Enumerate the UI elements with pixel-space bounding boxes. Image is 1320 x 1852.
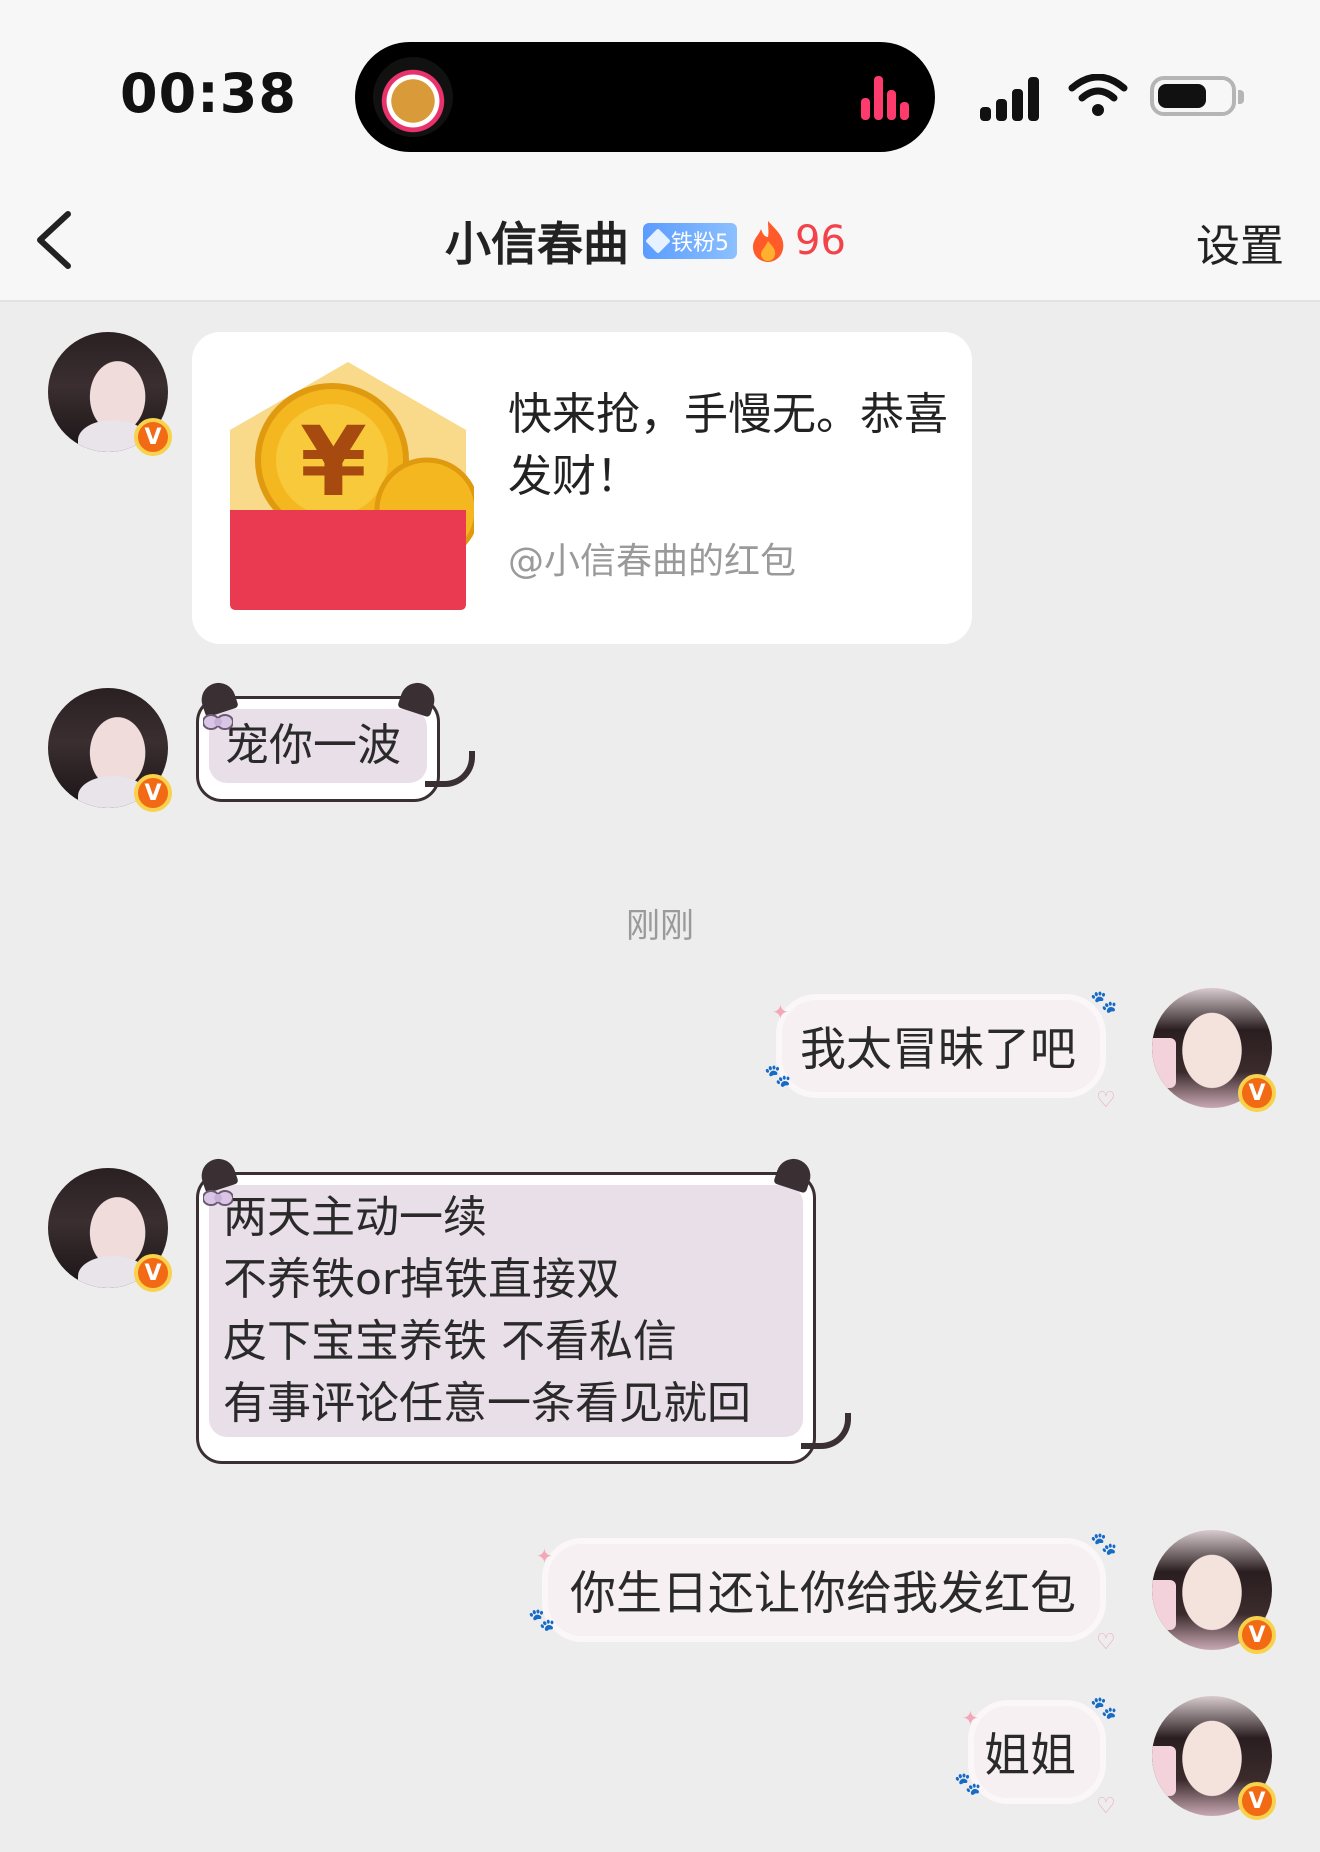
svg-text:¥: ¥ [300,406,367,518]
red-packet-message[interactable]: ¥ 快来抢，手慢无。恭喜发财！ @小信春曲的红包 [192,332,972,644]
signal-icon [980,75,1048,121]
sender-avatar[interactable]: V [48,332,172,456]
fan-level-label: 铁粉5 [671,231,729,256]
chat-title: 小信春曲 [445,217,629,271]
bow-icon [203,714,233,730]
audio-wave-icon [861,74,909,120]
red-packet-sender: @小信春曲的红包 [508,541,797,582]
paw-icon: 🐾 [954,1772,982,1797]
cat-tail-decoration [425,751,475,787]
message-bubble[interactable]: 两天主动一续 不养铁or掉铁直接双 皮下宝宝养铁 不看私信 有事评论任意一条看见… [196,1154,851,1464]
message-text: 宠你一波 [209,709,427,783]
heart-icon: ♡ [1096,1630,1116,1655]
message-line: 皮下宝宝养铁 不看私信 [223,1316,677,1367]
sender-avatar[interactable]: V [48,688,172,812]
paw-icon: 🐾 [764,1064,792,1089]
message-bubble[interactable]: 宠你一波 [196,678,475,802]
sparkle-icon: ✦ [962,1706,979,1730]
self-avatar[interactable]: V [1152,1696,1276,1820]
verified-badge: V [134,418,172,456]
intimacy-count: 96 [795,218,846,264]
battery-icon [1150,76,1244,116]
sparkle-icon: ✦ [772,1000,789,1024]
paw-icon: 🐾 [1090,990,1118,1015]
dynamic-island[interactable] [355,42,935,152]
cat-tail-decoration [801,1413,851,1449]
bow-icon [203,1190,233,1206]
status-time: 00:38 [120,62,297,125]
self-avatar[interactable]: V [1152,1530,1276,1654]
chevron-left-icon[interactable] [30,200,100,280]
chat-title-group[interactable]: 小信春曲 铁粉5 96 [445,206,846,276]
heart-icon: ♡ [1096,1088,1116,1113]
red-packet-icon: ¥ [230,362,474,610]
chat-header: 小信春曲 铁粉5 96 设置 [0,180,1320,302]
verified-badge: V [1238,1074,1276,1112]
message-text: 我太冒昧了吧 [800,1022,1076,1076]
message-bubble-self[interactable]: 姐姐 [974,1706,1100,1798]
verified-badge: V [134,774,172,812]
message-line: 两天主动一续 [223,1192,487,1243]
sparkle-icon: ✦ [536,1544,553,1568]
message-bubble-self[interactable]: 我太冒昧了吧 [782,1000,1100,1092]
paw-icon: 🐾 [528,1608,556,1633]
settings-button[interactable]: 设置 [1196,210,1284,274]
diamond-icon [645,228,671,254]
wifi-icon [1068,74,1128,116]
message-text: 你生日还让你给我发红包 [570,1566,1076,1620]
status-bar: 00:38 [0,0,1320,180]
message-text: 姐姐 [984,1728,1076,1782]
message-timestamp: 刚刚 [626,906,694,946]
message-bubble-self[interactable]: 你生日还让你给我发红包 [548,1544,1100,1636]
fan-level-badge: 铁粉5 [643,223,737,259]
verified-badge: V [1238,1782,1276,1820]
verified-badge: V [1238,1616,1276,1654]
message-text-multiline: 两天主动一续 不养铁or掉铁直接双 皮下宝宝养铁 不看私信 有事评论任意一条看见… [209,1185,803,1437]
island-avatar-icon [373,57,453,137]
message-line: 有事评论任意一条看见就回 [223,1378,751,1429]
heart-icon: ♡ [1096,1794,1116,1819]
paw-icon: 🐾 [1090,1532,1118,1557]
verified-badge: V [134,1254,172,1292]
sender-avatar[interactable]: V [48,1168,172,1292]
fire-icon [753,221,784,262]
red-packet-greeting: 快来抢，手慢无。恭喜发财！ [508,389,948,502]
message-line: 不养铁or掉铁直接双 [223,1254,621,1305]
self-avatar[interactable]: V [1152,988,1276,1112]
paw-icon: 🐾 [1090,1696,1118,1721]
